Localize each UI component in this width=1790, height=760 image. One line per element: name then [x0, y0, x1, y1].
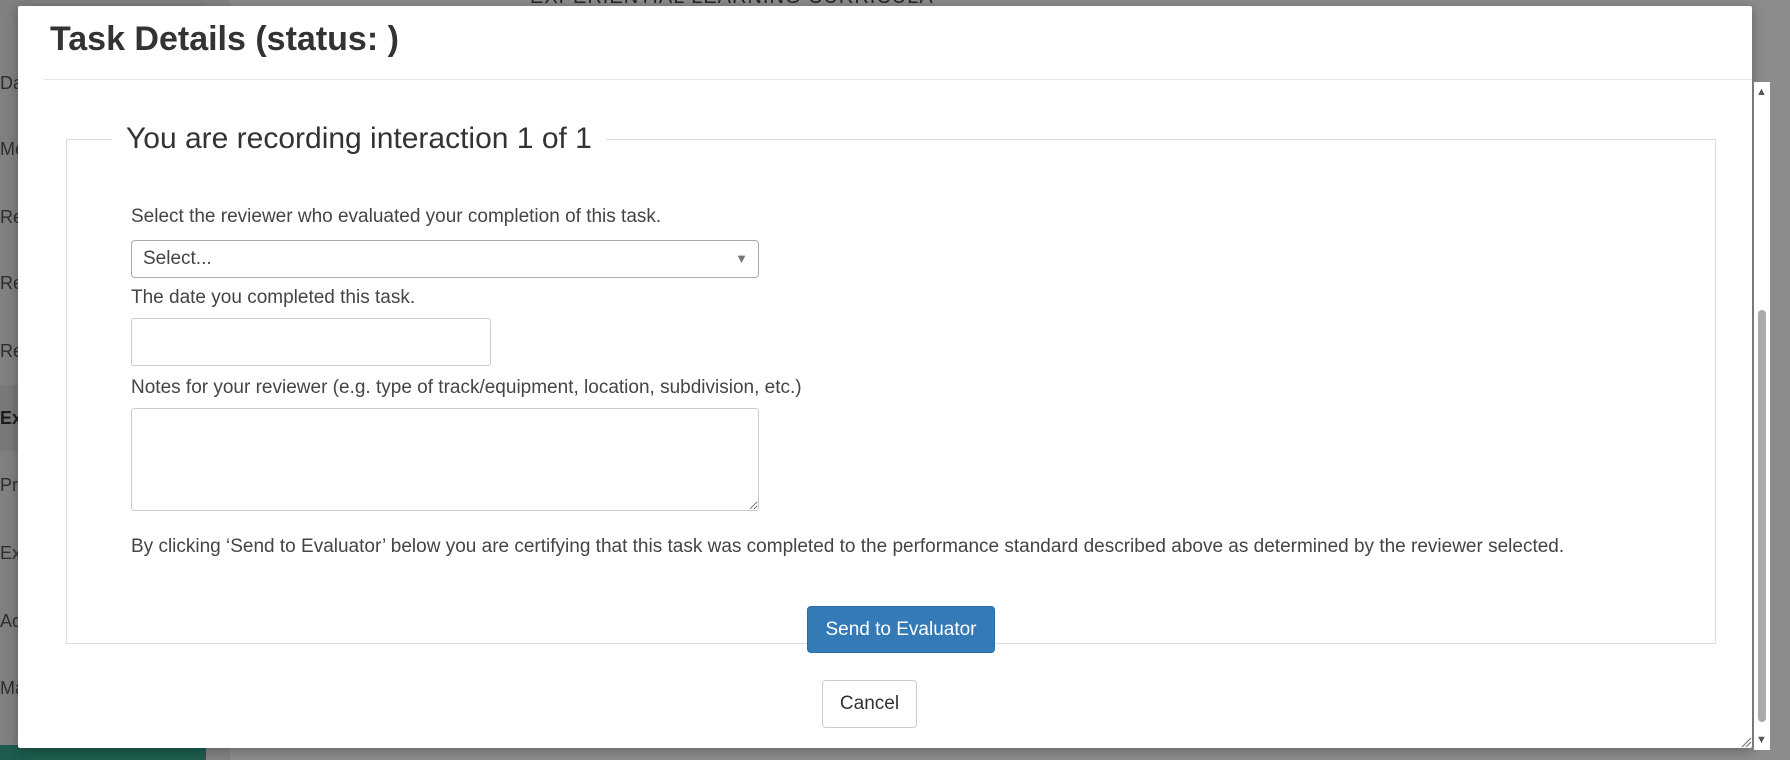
certify-text: By clicking ‘Send to Evaluator’ below yo…: [131, 536, 1565, 557]
reviewer-select[interactable]: Select... ▼: [131, 240, 759, 278]
notes-textarea[interactable]: [131, 408, 759, 511]
scrollbar-thumb[interactable]: [1758, 310, 1766, 722]
send-to-evaluator-button[interactable]: Send to Evaluator: [807, 606, 995, 653]
reviewer-select-value: Select...: [143, 248, 212, 269]
scroll-up-icon[interactable]: ▲: [1756, 86, 1767, 98]
date-label: The date you completed this task.: [131, 287, 416, 308]
reviewer-label: Select the reviewer who evaluated your c…: [131, 206, 662, 227]
notes-label: Notes for your reviewer (e.g. type of tr…: [131, 377, 802, 398]
cancel-button[interactable]: Cancel: [822, 680, 917, 728]
date-input[interactable]: [131, 318, 491, 366]
task-details-modal: Task Details (status: ) You are recordin…: [18, 6, 1770, 750]
interaction-fieldset: You are recording interaction 1 of 1 Sel…: [66, 122, 1716, 653]
caret-down-icon: ▼: [735, 251, 748, 266]
modal-scrollbar[interactable]: ▲ ▼: [1754, 82, 1770, 750]
scroll-down-icon[interactable]: ▼: [1756, 734, 1767, 746]
modal-body: You are recording interaction 1 of 1 Sel…: [44, 80, 1724, 740]
interaction-legend: You are recording interaction 1 of 1: [126, 122, 592, 155]
modal-title: Task Details (status: ): [50, 20, 399, 58]
resize-grip-icon[interactable]: [1738, 734, 1752, 748]
